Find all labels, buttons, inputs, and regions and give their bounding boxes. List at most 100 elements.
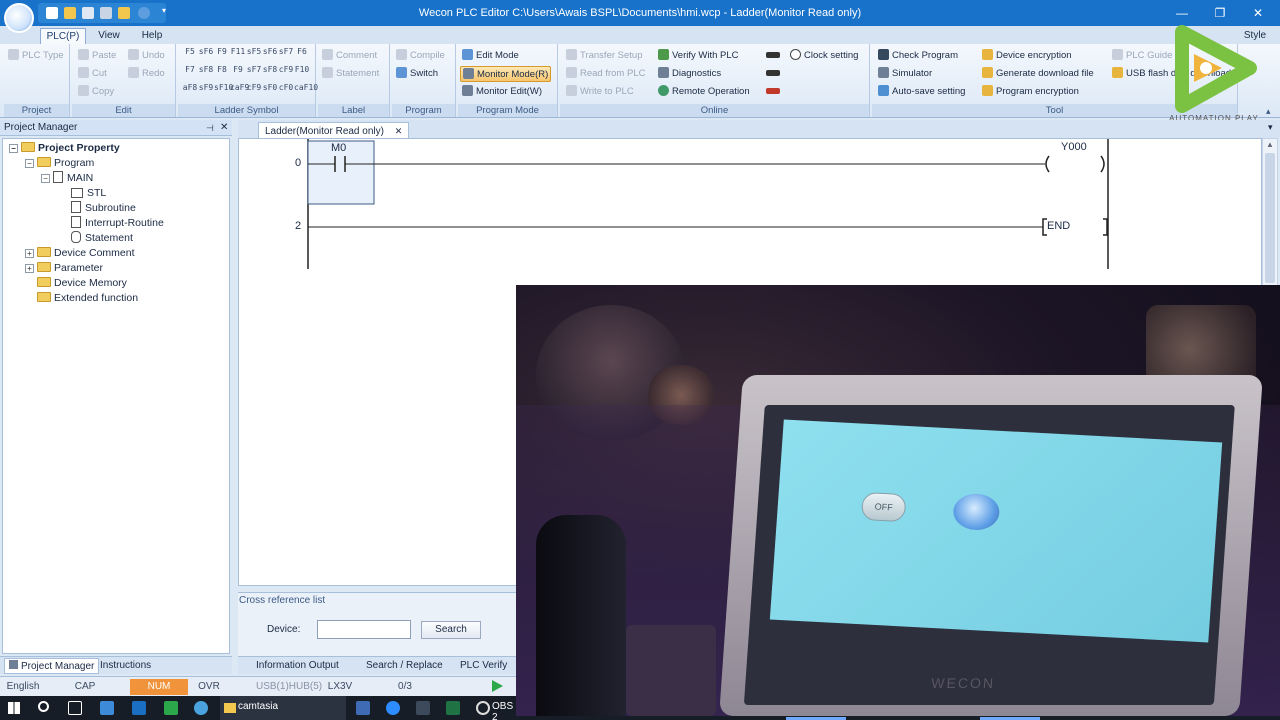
plc-guide-button[interactable]: PLC Guide <box>1112 48 1172 64</box>
ladder-symbol-button[interactable]: sF8 <box>262 65 278 74</box>
ladder-symbol-button[interactable]: sF6 <box>198 47 214 56</box>
tab-information-output[interactable]: Information Output <box>252 658 343 674</box>
contact-label-m0[interactable]: M0 <box>331 142 346 154</box>
tree-item-interrupt[interactable]: Interrupt-Routine <box>71 216 164 231</box>
ladder-symbol-button[interactable]: F11 <box>230 47 246 56</box>
clock-setting-button[interactable]: Clock setting <box>790 48 858 64</box>
end-instruction[interactable]: END <box>1047 220 1070 232</box>
monitor-edit-button[interactable]: Monitor Edit(W) <box>462 84 542 100</box>
minimize-button[interactable]: — <box>1164 0 1200 26</box>
scroll-up-icon[interactable]: ▲ <box>1266 140 1274 149</box>
dev-window-icon[interactable] <box>356 701 370 715</box>
tab-search-replace[interactable]: Search / Replace <box>362 658 447 674</box>
monitor-mode-button[interactable]: Monitor Mode(R) <box>460 66 552 82</box>
ladder-symbol-button[interactable]: F9 <box>230 65 246 74</box>
ladder-symbol-button[interactable]: aF8 <box>182 83 198 92</box>
ladder-symbol-button[interactable]: sF7 <box>246 65 262 74</box>
write-to-plc-button[interactable]: Write to PLC <box>566 84 634 100</box>
ladder-symbol-button[interactable]: caF10 <box>294 83 318 92</box>
tia-portal-icon[interactable] <box>416 701 430 715</box>
tree-item-subroutine[interactable]: Subroutine <box>71 201 136 216</box>
pin-icon[interactable]: ⊣ <box>206 120 214 136</box>
ladder-symbol-button[interactable]: caF9 <box>230 83 249 92</box>
close-button[interactable]: ✕ <box>1240 0 1276 26</box>
collapse-icon[interactable]: − <box>25 159 34 168</box>
simulator-button[interactable]: Simulator <box>878 66 932 82</box>
task-view-icon[interactable] <box>68 701 82 715</box>
program-encryption-button[interactable]: Program encryption <box>982 84 1079 100</box>
statement-button[interactable]: Statement <box>322 66 379 82</box>
verify-with-plc-button[interactable]: Verify With PLC <box>658 48 739 64</box>
comment-button[interactable]: Comment <box>322 48 377 64</box>
search-icon[interactable] <box>38 701 49 712</box>
file-explorer-icon[interactable] <box>100 701 114 715</box>
ladder-symbol-button[interactable]: sF9 <box>198 83 214 92</box>
tab-project-manager[interactable]: Project Manager <box>4 658 100 674</box>
online-tool-2-icon[interactable] <box>766 70 780 76</box>
panel-close-icon[interactable]: ✕ <box>220 120 228 136</box>
ladder-symbol-button[interactable]: F6 <box>294 47 310 56</box>
ladder-symbol-button[interactable]: F8 <box>214 65 230 74</box>
ladder-symbol-button[interactable]: cF9 <box>246 83 262 92</box>
tab-close-icon[interactable]: ✕ <box>395 126 403 136</box>
undo-button[interactable]: Undo <box>128 48 165 64</box>
tree-item-project-property[interactable]: − Project Property <box>9 141 120 156</box>
tree-item-extended-function[interactable]: Extended function <box>37 291 138 306</box>
tab-help[interactable]: Help <box>136 28 168 44</box>
ribbon-collapse-icon[interactable]: ▴ <box>1266 106 1271 117</box>
taskbar-camtasia[interactable]: camtasia <box>220 696 346 720</box>
camtasia-app-icon[interactable] <box>164 701 178 715</box>
generate-download-button[interactable]: Generate download file <box>982 66 1094 82</box>
tree-item-parameter[interactable]: + Parameter <box>25 261 103 276</box>
cut-button[interactable]: Cut <box>78 66 107 82</box>
ladder-symbol-button[interactable]: F7 <box>182 65 198 74</box>
tab-menu-icon[interactable]: ▾ <box>1268 122 1273 133</box>
zoom-icon[interactable] <box>386 701 400 715</box>
tree-item-program[interactable]: − Program <box>25 156 94 171</box>
tree-item-device-comment[interactable]: + Device Comment <box>25 246 135 261</box>
tree-item-statement[interactable]: Statement <box>71 231 133 246</box>
tree-item-main[interactable]: − MAIN <box>41 171 93 186</box>
collapse-icon[interactable]: − <box>9 144 18 153</box>
auto-save-button[interactable]: Auto-save setting <box>878 84 965 100</box>
outlook-icon[interactable] <box>132 701 146 715</box>
expand-icon[interactable]: + <box>25 249 34 258</box>
tab-plc[interactable]: PLC(P) <box>40 28 86 44</box>
ladder-symbol-button[interactable]: sF10 <box>214 83 233 92</box>
taskbar-obs[interactable]: OBS 2 <box>472 696 516 720</box>
app-logo-icon[interactable] <box>4 3 34 33</box>
ladder-symbol-button[interactable]: cF0 <box>278 83 294 92</box>
search-button[interactable]: Search <box>421 621 481 639</box>
tree-item-stl[interactable]: STL <box>71 186 106 201</box>
ladder-symbol-button[interactable]: sF5 <box>246 47 262 56</box>
remote-operation-button[interactable]: Remote Operation <box>658 84 750 100</box>
maximize-button[interactable]: ❐ <box>1202 0 1238 26</box>
coil-label-y000[interactable]: Y000 <box>1061 141 1087 153</box>
compile-button[interactable]: Compile <box>396 48 445 64</box>
ladder-symbol-button[interactable]: sF7 <box>278 47 294 56</box>
scroll-thumb[interactable] <box>1265 153 1275 283</box>
online-tool-3-icon[interactable] <box>766 88 780 94</box>
device-encryption-button[interactable]: Device encryption <box>982 48 1072 64</box>
plc-type-button[interactable]: PLC Type <box>8 48 64 64</box>
tree-item-device-memory[interactable]: Device Memory <box>37 276 127 291</box>
ladder-symbol-button[interactable]: sF0 <box>262 83 278 92</box>
tab-instructions[interactable]: Instructions <box>96 658 155 674</box>
tab-plc-verify[interactable]: PLC Verify <box>456 658 511 674</box>
redo-button[interactable]: Redo <box>128 66 165 82</box>
collapse-icon[interactable]: − <box>41 174 50 183</box>
run-play-icon[interactable] <box>492 680 503 692</box>
ladder-symbol-button[interactable]: F5 <box>182 47 198 56</box>
expand-icon[interactable]: + <box>25 264 34 273</box>
ladder-symbol-button[interactable]: cF9 <box>278 65 294 74</box>
copy-button[interactable]: Copy <box>78 84 114 100</box>
paste-button[interactable]: Paste <box>78 48 116 64</box>
dev-tool-icon[interactable] <box>194 701 208 715</box>
diagnostics-button[interactable]: Diagnostics <box>658 66 721 82</box>
ladder-symbol-button[interactable]: F10 <box>294 65 310 74</box>
excel-icon[interactable] <box>446 701 460 715</box>
ladder-symbol-button[interactable]: F9 <box>214 47 230 56</box>
device-input[interactable] <box>317 620 411 639</box>
windows-start-icon[interactable] <box>8 702 20 714</box>
tab-view[interactable]: View <box>92 28 126 44</box>
